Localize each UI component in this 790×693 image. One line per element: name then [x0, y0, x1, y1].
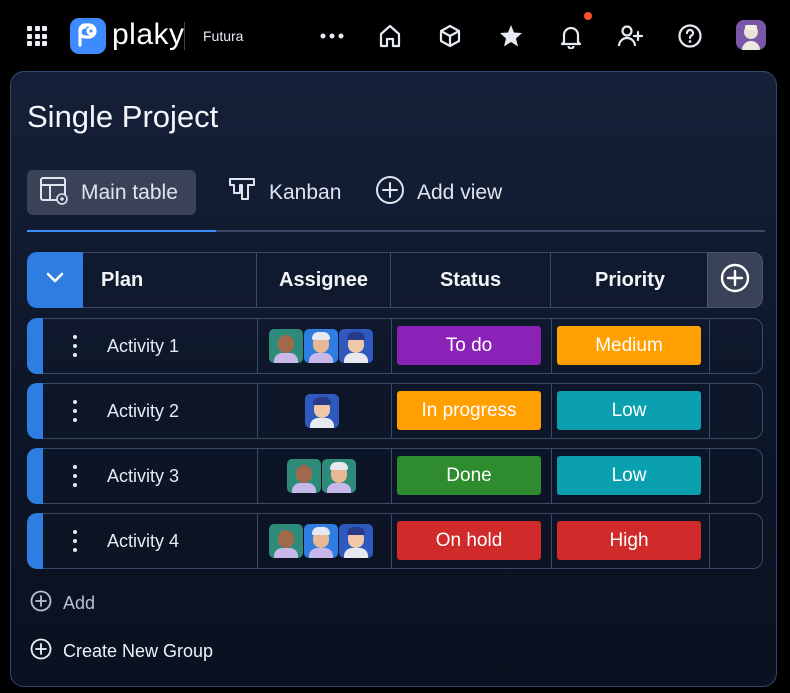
assignee-avatar — [269, 329, 303, 363]
tab-add-view[interactable]: Add view — [375, 170, 502, 215]
assignee-avatars[interactable] — [269, 329, 373, 363]
assignee-avatar — [339, 524, 373, 558]
status-pill[interactable]: In progress — [397, 391, 541, 430]
tab-label: Main table — [81, 180, 178, 204]
assignee-avatar — [322, 459, 356, 493]
table-row[interactable]: Activity 2 In progress Low — [27, 383, 763, 439]
plus-circle-icon — [375, 175, 405, 211]
assignee-avatar — [304, 524, 338, 558]
create-group-label: Create New Group — [63, 640, 214, 661]
project-panel: Single Project Main table Kanban Add vie… — [10, 71, 777, 687]
more-icon[interactable] — [316, 20, 348, 52]
row-menu-icon[interactable] — [67, 335, 83, 357]
row-menu-icon[interactable] — [67, 465, 83, 487]
column-header-assignee[interactable]: Assignee — [257, 252, 391, 308]
item-name[interactable]: Activity 4 — [107, 530, 179, 552]
add-item-button[interactable]: Add — [30, 590, 96, 617]
add-user-icon[interactable] — [614, 20, 646, 52]
row-menu-icon[interactable] — [67, 530, 83, 552]
page-title: Single Project — [27, 99, 219, 134]
logo-text[interactable]: plaky — [112, 17, 185, 53]
assignee-avatar — [305, 394, 339, 428]
assignee-avatar — [304, 329, 338, 363]
item-name[interactable]: Activity 1 — [107, 335, 179, 357]
item-name[interactable]: Activity 3 — [107, 465, 179, 487]
table-row[interactable]: Activity 4 On hold High — [27, 513, 763, 569]
box-icon[interactable] — [434, 20, 466, 52]
assignee-avatar — [269, 524, 303, 558]
active-tab-underline — [27, 230, 216, 232]
column-header-priority[interactable]: Priority — [551, 252, 709, 308]
tab-kanban[interactable]: Kanban — [227, 170, 341, 215]
plus-circle-icon — [30, 638, 52, 665]
add-item-label: Add — [63, 592, 96, 613]
group-color-bar — [27, 513, 43, 569]
tab-label: Kanban — [269, 180, 342, 204]
priority-pill[interactable]: Low — [557, 391, 701, 430]
bell-icon[interactable] — [555, 20, 587, 52]
tab-label: Add view — [417, 180, 503, 204]
workspace-name[interactable]: Futura — [203, 27, 243, 45]
priority-pill[interactable]: Medium — [557, 326, 701, 365]
status-pill[interactable]: On hold — [397, 521, 541, 560]
assignee-avatars[interactable] — [287, 459, 356, 493]
group-color-bar — [27, 318, 43, 374]
assignee-avatar — [287, 459, 321, 493]
column-header-status[interactable]: Status — [391, 252, 551, 308]
home-icon[interactable] — [374, 20, 406, 52]
view-tabs: Main table Kanban Add view — [27, 170, 765, 232]
divider — [184, 22, 185, 50]
table-row[interactable]: Activity 1 To do Medium — [27, 318, 763, 374]
assignee-avatars[interactable] — [305, 394, 339, 428]
apps-grid-icon[interactable] — [27, 26, 47, 46]
assignee-avatars[interactable] — [269, 524, 373, 558]
table-header: Plan Assignee Status Priority — [27, 252, 763, 308]
plus-circle-icon — [30, 590, 52, 617]
priority-pill[interactable]: High — [557, 521, 701, 560]
notification-dot — [582, 10, 594, 22]
kanban-icon — [227, 175, 257, 211]
add-column-button[interactable] — [707, 252, 763, 308]
chevron-down-icon — [46, 271, 64, 289]
table-icon — [39, 175, 69, 211]
plus-circle-icon — [720, 263, 750, 298]
priority-pill[interactable]: Low — [557, 456, 701, 495]
collapse-group-button[interactable] — [27, 252, 83, 308]
assignee-avatar — [339, 329, 373, 363]
user-avatar[interactable] — [736, 20, 766, 50]
group-color-bar — [27, 383, 43, 439]
star-icon[interactable] — [495, 20, 527, 52]
table-row[interactable]: Activity 3 Done Low — [27, 448, 763, 504]
group-color-bar — [27, 448, 43, 504]
tab-main-table[interactable]: Main table — [27, 170, 196, 215]
item-name[interactable]: Activity 2 — [107, 400, 179, 422]
create-group-button[interactable]: Create New Group — [30, 638, 214, 665]
status-pill[interactable]: To do — [397, 326, 541, 365]
help-icon[interactable] — [674, 20, 706, 52]
column-header-plan[interactable]: Plan — [83, 252, 257, 308]
top-bar: plaky Futura — [0, 0, 790, 72]
plaky-logo-icon[interactable] — [70, 18, 106, 54]
row-menu-icon[interactable] — [67, 400, 83, 422]
status-pill[interactable]: Done — [397, 456, 541, 495]
